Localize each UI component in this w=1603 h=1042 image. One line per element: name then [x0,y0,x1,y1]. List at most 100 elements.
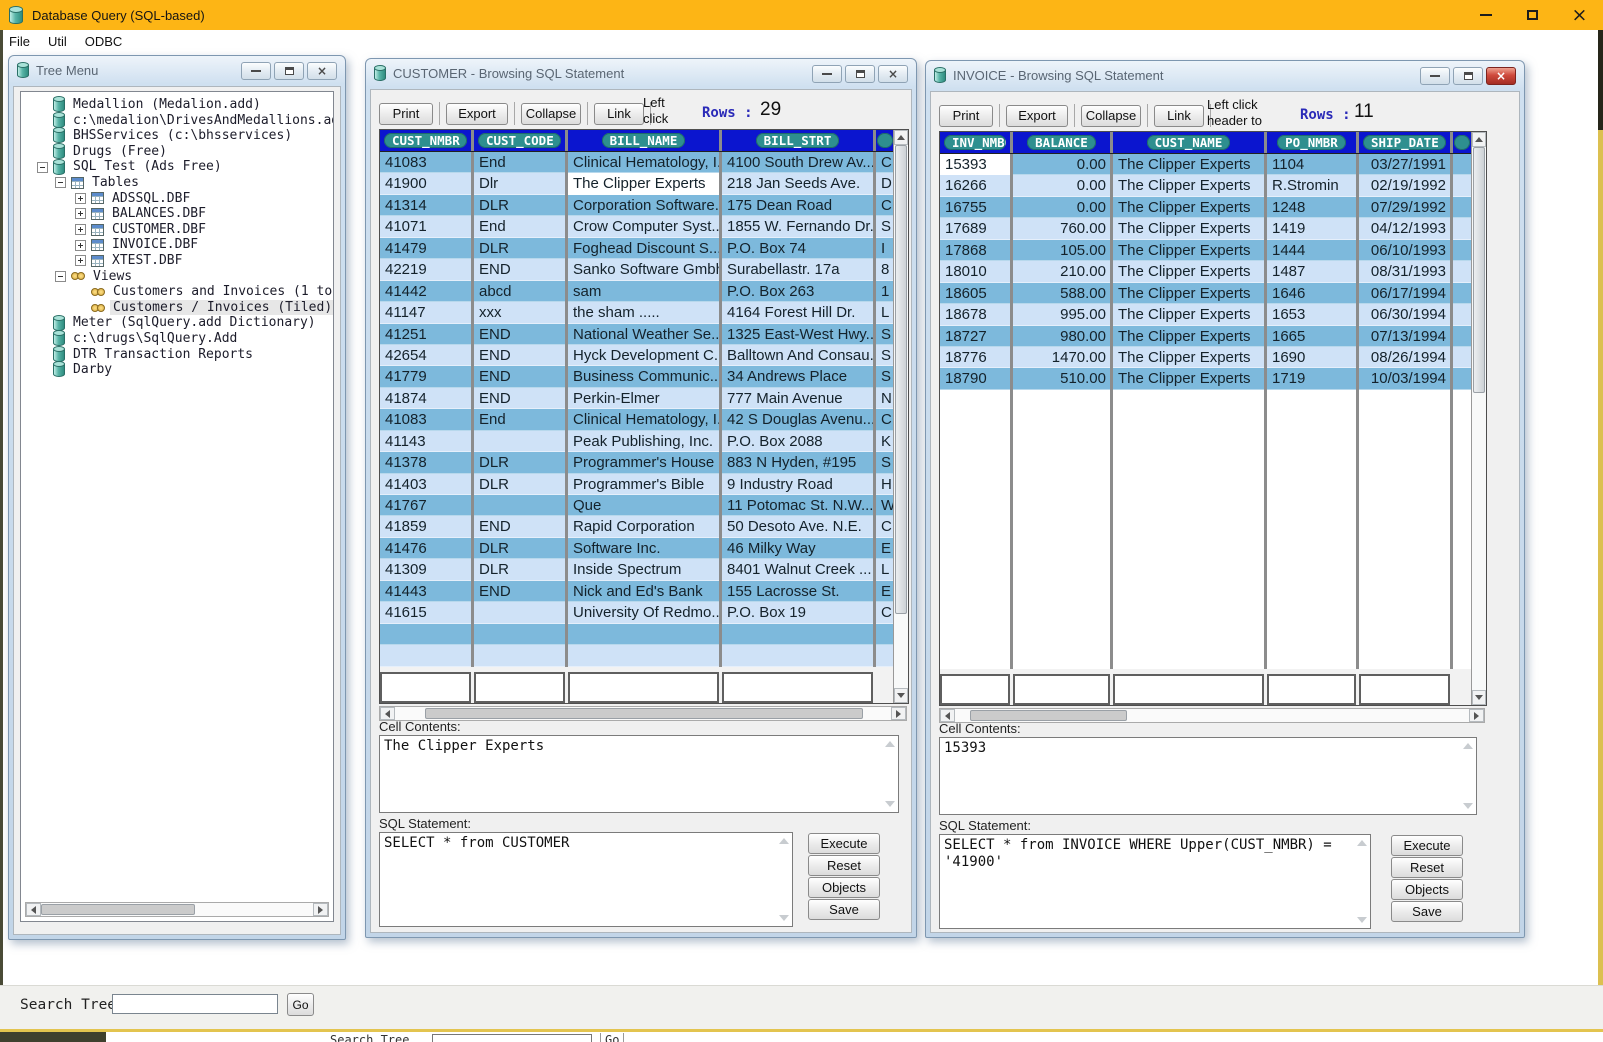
scroll-up-arrow[interactable] [894,130,908,145]
table-row[interactable]: 167550.00The Clipper Experts124807/29/19… [940,197,1471,218]
table-cell[interactable]: 18010 [940,261,1013,282]
column-header[interactable]: SHIP_DATE [1359,132,1453,153]
table-row[interactable]: 41314DLRCorporation Software...175 Dean … [380,195,893,216]
table-cell[interactable]: 42 S Douglas Avenu... [722,409,876,430]
table-cell[interactable]: 210.00 [1013,261,1113,282]
table-cell[interactable]: END [474,259,568,280]
table-cell[interactable]: 11 Potomac St. N.W.... [722,495,876,516]
table-cell[interactable]: S [876,345,893,366]
tree-item[interactable]: Meter (SqlQuery.add Dictionary) [23,315,333,331]
table-cell[interactable]: 34 Andrews Place [722,366,876,387]
table-cell[interactable] [474,602,568,623]
scroll-up-icon[interactable] [1357,840,1367,846]
column-header-sliver[interactable] [1453,132,1471,153]
table-cell[interactable]: End [474,152,568,173]
table-cell[interactable]: National Weather Se... [568,324,722,345]
grid-vertical-scrollbar[interactable] [893,130,908,703]
table-row[interactable]: 41083EndClinical Hematology, I...42 S Do… [380,409,893,430]
table-cell[interactable]: 18727 [940,326,1013,347]
table-cell[interactable]: P.O. Box 263 [722,281,876,302]
table-cell[interactable]: 510.00 [1013,368,1113,389]
grid-vertical-scrollbar[interactable] [1471,132,1486,705]
column-header-pill[interactable]: BILL_NAME [602,133,686,148]
table-cell[interactable]: University Of Redmo... [568,602,722,623]
table-row[interactable]: 41251ENDNational Weather Se...1325 East-… [380,324,893,345]
table-cell[interactable]: DLR [474,559,568,580]
table-cell[interactable]: Corporation Software... [568,195,722,216]
customer-window-titlebar[interactable]: CUSTOMER - Browsing SQL Statement × [366,59,916,88]
table-row[interactable]: 41378DLRProgrammer's House883 N Hyden, #… [380,452,893,473]
table-row[interactable]: 41403DLRProgrammer's Bible9 Industry Roa… [380,474,893,495]
scroll-right-arrow[interactable] [1469,709,1484,722]
minimize-button[interactable] [1420,67,1450,85]
table-cell[interactable]: I [876,238,893,259]
tree-item[interactable]: BHSServices (c:\bhsservices) [23,128,333,144]
table-cell[interactable]: 980.00 [1013,326,1113,347]
column-header-pill[interactable]: PO_NMBR [1277,135,1346,150]
export-button[interactable]: Export [446,103,508,125]
table-cell[interactable]: 41147 [380,302,474,323]
table-cell[interactable]: 1444 [1267,240,1359,261]
table-cell[interactable]: 41309 [380,559,474,580]
table-cell[interactable]: 42219 [380,259,474,280]
tree-item[interactable]: INVOICE.DBF [23,237,333,253]
table-row[interactable]: 41083EndClinical Hematology, I...4100 So… [380,152,893,173]
table-cell[interactable]: Nick and Ed's Bank [568,581,722,602]
tree-item[interactable]: ADSSQL.DBF [23,191,333,207]
app-maximize-button[interactable] [1509,0,1556,30]
tree-item[interactable]: BALANCES.DBF [23,206,333,222]
table-cell[interactable]: 1325 East-West Hwy... [722,324,876,345]
table-cell[interactable]: 883 N Hyden, #195 [722,452,876,473]
table-cell[interactable]: 41615 [380,602,474,623]
column-header-pill[interactable]: SHIP_DATE [1363,135,1446,150]
table-cell[interactable]: 0.00 [1013,197,1113,218]
collapse-button[interactable]: Collapse [521,103,581,125]
table-cell[interactable]: 15393 [940,154,1013,175]
table-cell[interactable]: N [876,388,893,409]
table-cell[interactable]: 16266 [940,175,1013,196]
column-header-pill[interactable]: CUST_NMBR [384,133,467,148]
table-cell[interactable]: 07/29/1992 [1359,197,1453,218]
restore-button[interactable] [274,62,304,80]
table-cell[interactable]: 1487 [1267,261,1359,282]
tree-item[interactable]: Darby [23,362,333,378]
table-row[interactable]: 42654ENDHyck Development C...Balltown An… [380,345,893,366]
close-button[interactable]: × [307,62,337,80]
table-cell[interactable]: The Clipper Experts [1113,347,1267,368]
menu-file[interactable]: File [0,32,39,51]
table-cell[interactable]: abcd [474,281,568,302]
table-row[interactable]: 42219ENDSanko Software GmbhSurabellastr.… [380,259,893,280]
table-cell[interactable]: 0.00 [1013,154,1113,175]
table-row[interactable]: 18678995.00The Clipper Experts165306/30/… [940,304,1471,325]
column-header-pill[interactable]: CUST_NAME [1147,135,1231,150]
table-cell[interactable]: End [474,216,568,237]
table-cell[interactable]: C [876,409,893,430]
reset-button[interactable]: Reset [808,855,880,876]
table-cell[interactable]: The Clipper Experts [1113,175,1267,196]
table-cell[interactable]: 46 Milky Way [722,538,876,559]
save-button[interactable]: Save [808,899,880,920]
table-cell[interactable]: S [876,216,893,237]
table-row[interactable]: 41147xxxthe sham .....4164 Forest Hill D… [380,302,893,323]
table-cell[interactable]: The Clipper Experts [1113,261,1267,282]
table-cell[interactable]: C [876,516,893,537]
scroll-thumb[interactable] [895,145,907,614]
table-cell[interactable]: 50 Desoto Ave. N.E. [722,516,876,537]
column-header-pill[interactable] [877,133,893,148]
menu-util[interactable]: Util [39,32,76,51]
table-cell[interactable]: END [474,516,568,537]
scroll-left-arrow[interactable] [26,903,41,916]
table-cell[interactable]: 18605 [940,283,1013,304]
table-cell[interactable]: 155 Lacrosse St. [722,581,876,602]
table-cell[interactable]: DLR [474,538,568,559]
table-cell[interactable]: END [474,324,568,345]
table-cell[interactable]: 4164 Forest Hill Dr. [722,302,876,323]
column-header[interactable]: CUST_NAME [1113,132,1267,153]
table-cell[interactable]: xxx [474,302,568,323]
table-cell[interactable]: 4100 South Drew Av... [722,152,876,173]
table-cell[interactable]: The Clipper Experts [1113,240,1267,261]
table-cell[interactable]: W [876,495,893,516]
empty-entry-cell[interactable] [1013,674,1110,705]
minimize-button[interactable] [812,65,842,83]
column-header[interactable]: BILL_STRT [722,130,876,151]
